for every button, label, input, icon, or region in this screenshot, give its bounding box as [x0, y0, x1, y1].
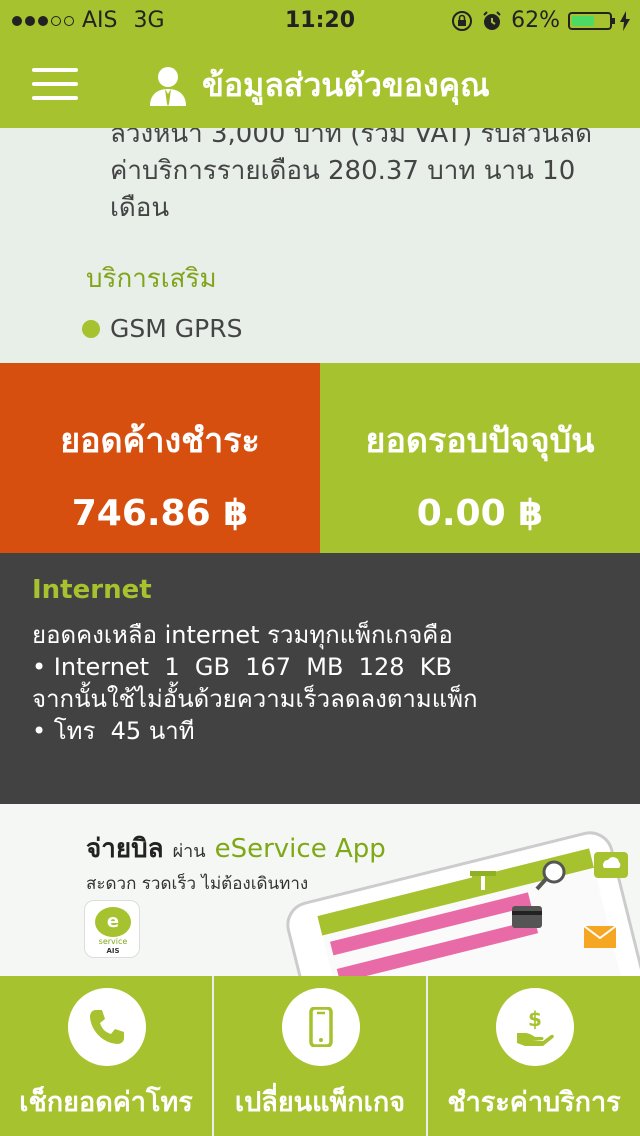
- outstanding-balance-card: ยอดค้างชำระ 746.86 ฿: [0, 363, 320, 553]
- internet-title: Internet: [32, 575, 152, 605]
- eservice-promo-banner[interactable]: จ่ายบิล ผ่าน eService App สะดวก รวดเร็ว …: [0, 804, 640, 976]
- internet-line: จากนั้นใช้ไม่อั้นด้วยความเร็วลดลงตามแพ็ก: [32, 685, 478, 713]
- internet-line: • โทร 45 นาที: [32, 717, 195, 745]
- mobile-icon-circle: [282, 988, 360, 1066]
- eservice-logo-brand: AIS: [106, 947, 120, 955]
- svg-text:$: $: [528, 1007, 542, 1031]
- mobile-device-icon: [309, 1007, 333, 1047]
- gift-icon: [470, 871, 496, 890]
- user-icon: [150, 66, 186, 106]
- outstanding-balance-label: ยอดค้างชำระ: [60, 421, 260, 461]
- change-package-button[interactable]: เปลี่ยนแพ็กเกจ: [214, 976, 426, 1136]
- internet-details: ยอดคงเหลือ internet รวมทุกแพ็กเกจคือ • I…: [32, 619, 478, 747]
- check-call-balance-label: เช็กยอดค่าโทร: [19, 1087, 193, 1118]
- phone-icon-circle: [68, 988, 146, 1066]
- package-line: ล่วงหน้า 3,000 บาท (รวม VAT) รับส่วนลด: [110, 128, 593, 149]
- internet-line: • Internet 1 GB 167 MB 128 KB: [32, 653, 452, 681]
- current-cycle-balance-card: ยอดรอบปัจจุบัน 0.00 ฿: [320, 363, 640, 553]
- battery-fill: [572, 15, 594, 26]
- banner-subtitle: สะดวก รวดเร็ว ไม่ต้องเดินทาง: [86, 874, 309, 894]
- check-call-balance-button[interactable]: เช็กยอดค่าโทร: [0, 976, 212, 1136]
- rotation-lock-icon: [452, 10, 473, 31]
- battery-percent: 62%: [511, 8, 560, 33]
- page-title-group: ข้อมูลส่วนตัวของคุณ: [146, 60, 490, 111]
- credit-card-icon: [512, 906, 542, 928]
- banner-headline: จ่ายบิล ผ่าน eService App: [86, 828, 386, 869]
- cloud-chat-icon: [594, 852, 628, 878]
- banner-app-name: eService App: [214, 834, 386, 864]
- package-info-section: ล่วงหน้า 3,000 บาท (รวม VAT) รับส่วนลด ค…: [0, 128, 640, 363]
- pay-bill-button[interactable]: $ ชำระค่าบริการ: [428, 976, 640, 1136]
- status-right: 62%: [451, 8, 630, 33]
- page-title: ข้อมูลส่วนตัวของคุณ: [202, 66, 490, 104]
- mail-icon: [584, 925, 616, 948]
- banner-headline-via: ผ่าน: [172, 841, 206, 862]
- payment-hand-icon: $: [517, 1007, 554, 1046]
- menu-icon[interactable]: [32, 68, 80, 100]
- alarm-icon: [483, 10, 501, 30]
- payment-icon-circle: $: [496, 988, 574, 1066]
- banner-headline-main: จ่ายบิล: [86, 834, 164, 864]
- addon-services-title: บริการเสริม: [86, 264, 217, 294]
- package-description: ล่วงหน้า 3,000 บาท (รวม VAT) รับส่วนลด ค…: [110, 128, 610, 227]
- addon-item: GSM GPRS: [82, 314, 242, 343]
- package-line: เดือน: [110, 193, 170, 223]
- internet-line: ยอดคงเหลือ internet รวมทุกแพ็กเกจคือ: [32, 621, 453, 649]
- internet-usage-panel: Internet ยอดคงเหลือ internet รวมทุกแพ็กเ…: [0, 553, 640, 804]
- status-bar: AIS 3G 11:20 62%: [0, 0, 640, 40]
- phone-icon: [90, 1010, 124, 1044]
- current-cycle-balance-value: 0.00 ฿: [416, 493, 544, 534]
- bottom-nav: เช็กยอดค่าโทร เปลี่ยนแพ็กเกจ $ ชำระค่าบร…: [0, 976, 640, 1136]
- current-cycle-balance-label: ยอดรอบปัจจุบัน: [365, 421, 595, 461]
- outstanding-balance-value: 746.86 ฿: [71, 493, 249, 534]
- magnifier-icon: [535, 860, 566, 891]
- package-line: ค่าบริการรายเดือน 280.37 บาท นาน 10: [110, 156, 576, 186]
- eservice-logo: e service AIS: [84, 900, 140, 958]
- change-package-label: เปลี่ยนแพ็กเกจ: [234, 1087, 406, 1118]
- eservice-logo-mark: e: [95, 907, 131, 937]
- charging-bolt-icon: [620, 10, 630, 31]
- pay-bill-label: ชำระค่าบริการ: [447, 1087, 621, 1118]
- bullet-icon: [82, 319, 100, 338]
- top-navbar: ข้อมูลส่วนตัวของคุณ: [0, 40, 640, 128]
- eservice-logo-text: service: [98, 937, 128, 946]
- battery-icon: [568, 11, 615, 30]
- addon-item-label: GSM GPRS: [110, 314, 243, 343]
